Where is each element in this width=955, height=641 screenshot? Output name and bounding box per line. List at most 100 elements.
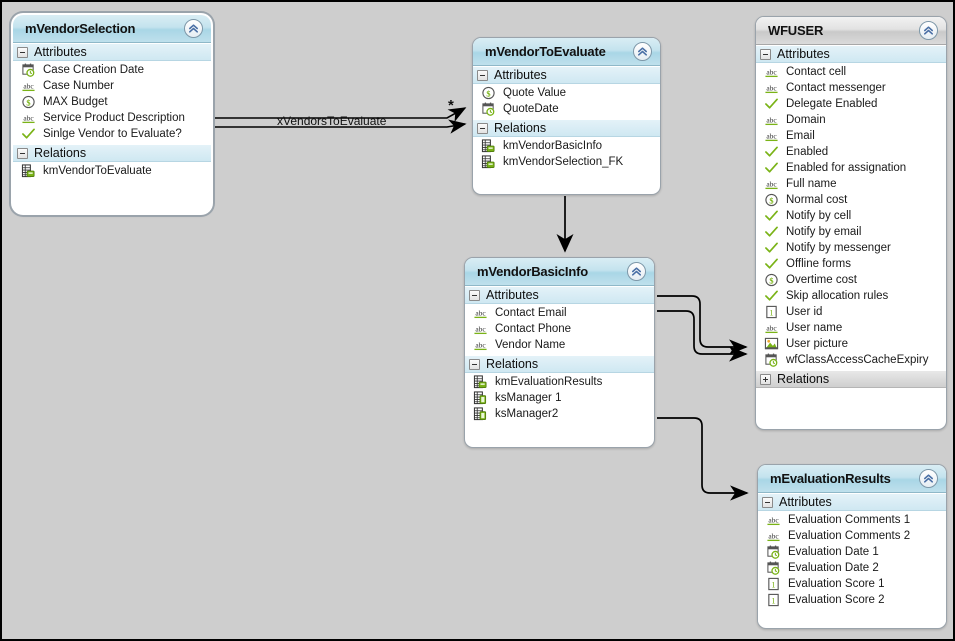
entity-field-row[interactable]: 1 Evaluation Score 1 [758, 576, 946, 592]
entity-mVendorBasicInfo[interactable]: mVendorBasicInfo Attributes abc Contact Ema… [464, 257, 655, 448]
entity-field-row[interactable]: Evaluation Date 1 [758, 544, 946, 560]
entity-mVendorSelection[interactable]: mVendorSelection Attributes Case Creation … [12, 14, 212, 214]
entity-field-row[interactable]: abc Contact cell [756, 64, 946, 80]
connector-label-xVendorsToEvaluate: xVendorsToEvaluate [277, 114, 387, 128]
entity-field-row[interactable]: Enabled [756, 144, 946, 160]
entity-field-row[interactable]: Delegate Enabled [756, 96, 946, 112]
field-label: Overtime cost [786, 274, 857, 286]
entity-field-row[interactable]: QuoteDate [473, 101, 660, 117]
entity-field-row[interactable]: abc Contact Email [465, 305, 654, 321]
entity-field-row[interactable]: abc Contact messenger [756, 80, 946, 96]
entity-header[interactable]: mVendorSelection [13, 15, 211, 43]
section-header-relations[interactable]: Relations [13, 144, 211, 162]
entity-field-row[interactable]: ksManager2 [465, 406, 654, 422]
relation-single-icon [473, 391, 487, 405]
entity-field-row[interactable]: kmVendorBasicInfo [473, 138, 660, 154]
connector-basicInfo-evalresults[interactable] [657, 417, 749, 501]
collapse-minus-icon[interactable] [760, 48, 771, 60]
entity-field-row[interactable]: Notify by cell [756, 208, 946, 224]
entity-collapse-button[interactable] [633, 42, 652, 61]
entity-field-row[interactable]: 1 User id [756, 304, 946, 320]
entity-field-row[interactable]: Notify by email [756, 224, 946, 240]
field-label: QuoteDate [503, 103, 559, 115]
section-header-relations[interactable]: Relations [473, 119, 660, 137]
entity-field-row[interactable]: abc Service Product Description [13, 110, 211, 126]
entity-field-row[interactable]: abc Contact Phone [465, 321, 654, 337]
section-header-attributes[interactable]: Attributes [473, 66, 660, 84]
text-abc-icon: abc [765, 131, 778, 142]
svg-text:abc: abc [766, 67, 777, 76]
field-label: kmEvaluationResults [495, 376, 603, 388]
entity-field-row[interactable]: abc Full name [756, 176, 946, 192]
entity-field-row[interactable]: abc Email [756, 128, 946, 144]
collapse-minus-icon[interactable] [469, 358, 480, 370]
section-header-attributes[interactable]: Attributes [13, 43, 211, 61]
entity-field-row[interactable]: abc User name [756, 320, 946, 336]
entity-collapse-button[interactable] [627, 262, 646, 281]
entity-field-row[interactable]: abc Evaluation Comments 2 [758, 528, 946, 544]
entity-collapse-button[interactable] [919, 21, 938, 40]
section-header-relations[interactable]: Relations [756, 370, 946, 388]
section-header-relations[interactable]: Relations [465, 355, 654, 373]
entity-field-row[interactable]: kmVendorToEvaluate [13, 163, 211, 179]
entity-field-row[interactable]: abc Vendor Name [465, 337, 654, 353]
entity-field-row[interactable]: $ MAX Budget [13, 94, 211, 110]
checkmark-icon [765, 290, 778, 301]
entity-field-row[interactable]: Enabled for assignation [756, 160, 946, 176]
field-label: Vendor Name [495, 339, 566, 351]
collapse-minus-icon[interactable] [17, 147, 28, 159]
svg-text:1: 1 [771, 580, 775, 589]
chevron-up-double-icon [188, 24, 199, 33]
entity-collapse-button[interactable] [184, 19, 203, 38]
collapse-minus-icon[interactable] [762, 496, 773, 508]
text-abc-icon: abc [765, 83, 778, 94]
entity-field-row[interactable]: kmEvaluationResults [465, 374, 654, 390]
entity-field-row[interactable]: ksManager 1 [465, 390, 654, 406]
svg-text:$: $ [26, 98, 30, 107]
entity-field-row[interactable]: $ Overtime cost [756, 272, 946, 288]
entity-field-row[interactable]: 1 Evaluation Score 2 [758, 592, 946, 608]
entity-WFUSER[interactable]: WFUSER Attributes abc Contact cell abc Contac… [755, 16, 947, 430]
field-label: Normal cost [786, 194, 848, 206]
text-abc-icon: abc [474, 308, 487, 319]
entity-field-row[interactable]: abc Case Number [13, 78, 211, 94]
entity-footer [758, 610, 946, 624]
entity-field-row[interactable]: abc Evaluation Comments 1 [758, 512, 946, 528]
entity-field-row[interactable]: Case Creation Date [13, 62, 211, 78]
entity-field-row[interactable]: kmVendorSelection_FK [473, 154, 660, 170]
collapse-minus-icon[interactable] [17, 46, 28, 58]
collapse-minus-icon[interactable] [469, 289, 480, 301]
entity-field-row[interactable]: abc Domain [756, 112, 946, 128]
entity-header[interactable]: WFUSER [756, 17, 946, 45]
entity-field-row[interactable]: wfClassAccessCacheExpiry [756, 352, 946, 368]
entity-field-row[interactable]: Skip allocation rules [756, 288, 946, 304]
chevron-up-double-icon [631, 267, 642, 276]
collapse-minus-icon[interactable] [477, 122, 488, 134]
section-header-attributes[interactable]: Attributes [465, 286, 654, 304]
entity-field-row[interactable]: Sinlge Vendor to Evaluate? [13, 126, 211, 142]
entity-field-row[interactable]: $ Normal cost [756, 192, 946, 208]
entity-header[interactable]: mEvaluationResults [758, 465, 946, 493]
entity-field-row[interactable]: Evaluation Date 2 [758, 560, 946, 576]
entity-mEvaluationResults[interactable]: mEvaluationResults Attributes abc Evaluatio… [757, 464, 947, 629]
entity-mVendorToEvaluate[interactable]: mVendorToEvaluate Attributes $ Quote Value Q… [472, 37, 661, 195]
expand-plus-icon[interactable] [760, 373, 771, 385]
connector-cardinality-star: * [448, 97, 454, 114]
entity-field-row[interactable]: $ Quote Value [473, 85, 660, 101]
section-rows: kmVendorBasicInfo kmVendorSelection_FK [473, 137, 660, 172]
entity-header[interactable]: mVendorBasicInfo [465, 258, 654, 286]
collapse-minus-icon[interactable] [477, 69, 488, 81]
entity-field-row[interactable]: User picture [756, 336, 946, 352]
entity-field-row[interactable]: Notify by messenger [756, 240, 946, 256]
connector-basicInfo-wfuser-1[interactable] [657, 295, 748, 355]
entity-header[interactable]: mVendorToEvaluate [473, 38, 660, 66]
diagram-canvas[interactable]: xVendorsToEvaluate * mVendorSelection Att… [0, 0, 955, 641]
svg-text:abc: abc [766, 115, 777, 124]
entity-field-row[interactable]: Offline forms [756, 256, 946, 272]
connector-basicInfo-wfuser-2[interactable] [657, 310, 748, 362]
section-header-attributes[interactable]: Attributes [758, 493, 946, 511]
entity-collapse-button[interactable] [919, 469, 938, 488]
svg-text:abc: abc [768, 531, 779, 540]
field-label: Contact Email [495, 307, 567, 319]
section-header-attributes[interactable]: Attributes [756, 45, 946, 63]
